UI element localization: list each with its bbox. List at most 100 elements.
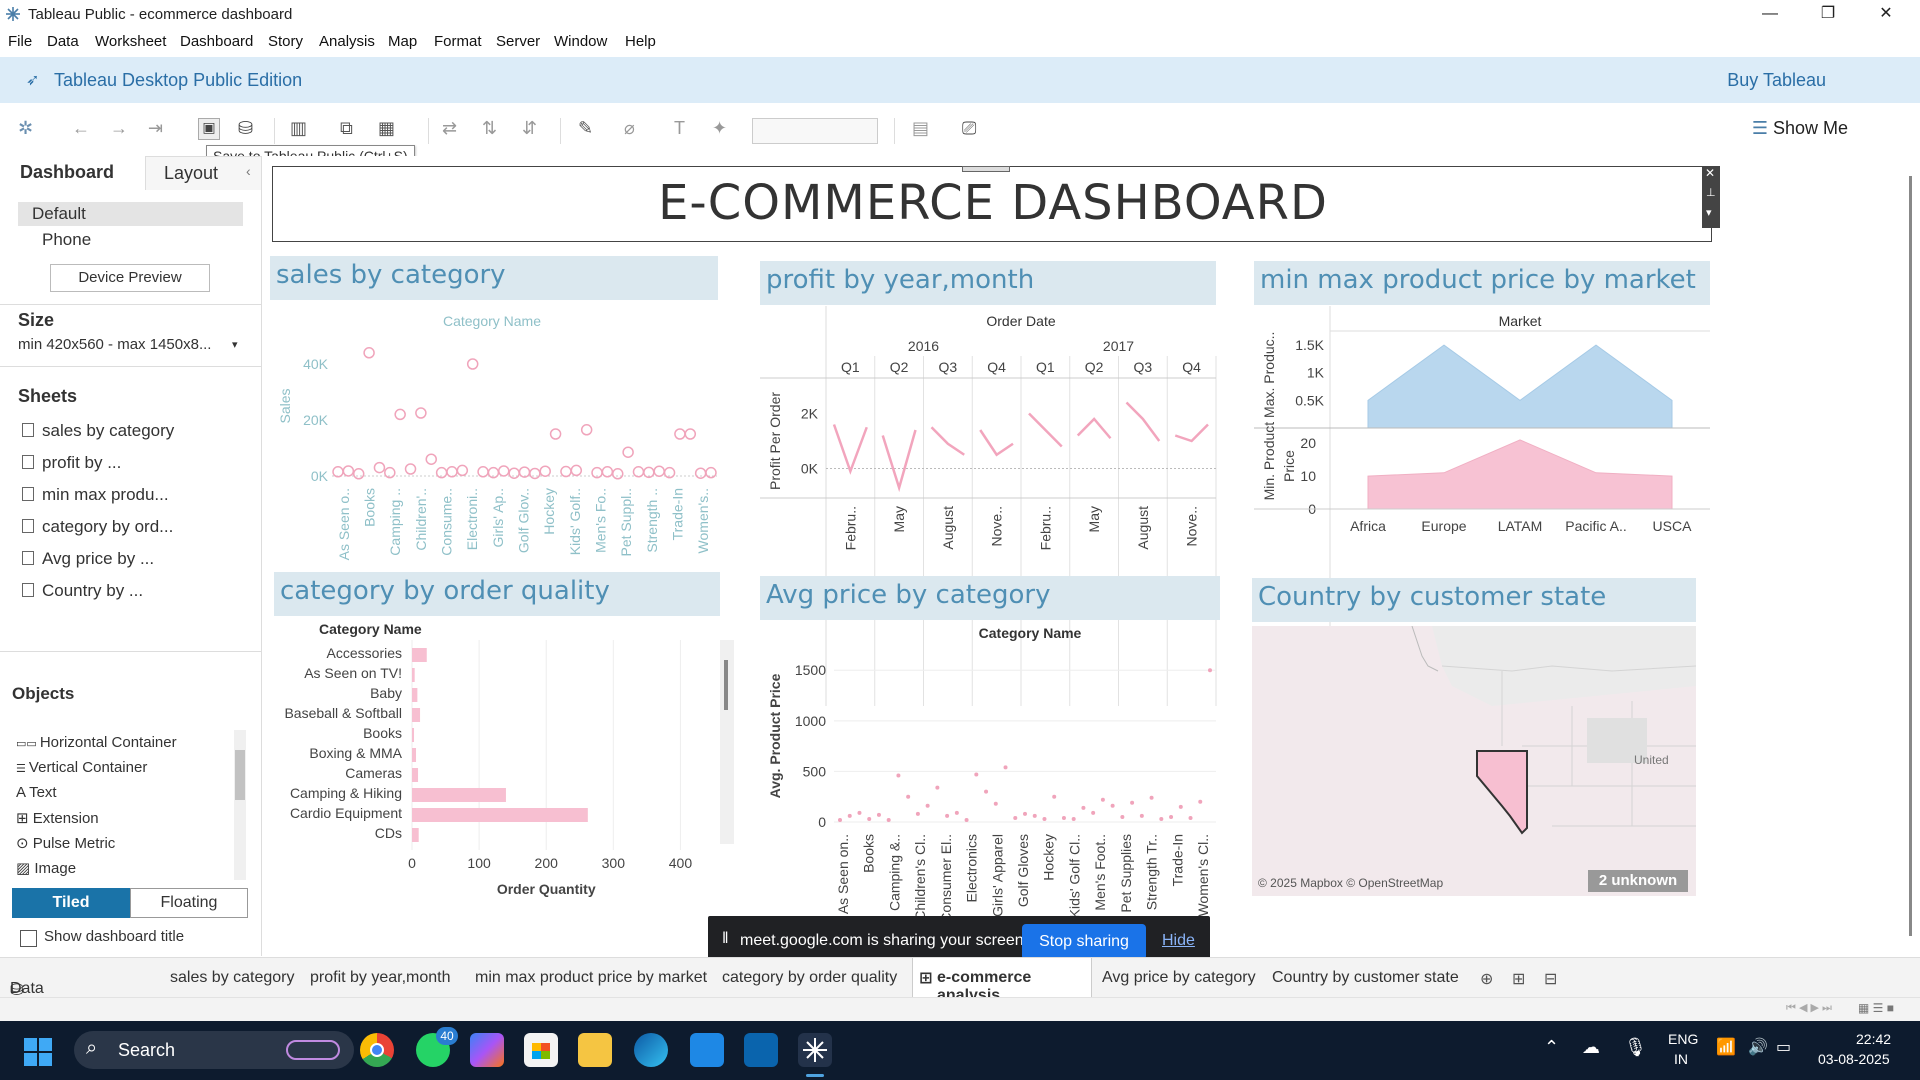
undo-icon[interactable]: ← [72, 118, 90, 139]
clock-time[interactable]: 22:42 [1856, 1031, 1891, 1047]
chevron-up-icon[interactable]: ⌃ [1544, 1037, 1559, 1058]
collapse-icon[interactable]: ‹ [246, 163, 251, 179]
maximize-button[interactable]: ❐ [1800, 0, 1856, 28]
close-button[interactable]: ✕ [1858, 0, 1914, 28]
size-dropdown[interactable]: min 420x560 - max 1450x8... [18, 336, 211, 353]
wifi-icon[interactable]: 📶 [1716, 1037, 1736, 1057]
tab-layout[interactable]: Layout ‹ [145, 156, 262, 190]
outlook-icon[interactable] [744, 1033, 778, 1067]
edge-icon[interactable] [634, 1033, 668, 1067]
buy-tableau-link[interactable]: Buy Tableau [1727, 70, 1826, 91]
nav-arrows-icon[interactable]: ⏮ ◀ ▶ ⏭ [1786, 1001, 1832, 1015]
sort-asc-icon[interactable]: ⇅ [482, 118, 497, 139]
hide-link[interactable]: Hide [1162, 932, 1195, 950]
lang-eng[interactable]: ENG [1668, 1031, 1698, 1047]
device-phone[interactable]: Phone [42, 230, 91, 250]
objects-scrollbar[interactable] [234, 730, 246, 880]
menu-help[interactable]: Help [625, 33, 656, 50]
copilot-icon[interactable] [470, 1033, 504, 1067]
duplicate-icon[interactable]: ⧉ [340, 118, 353, 139]
object-item[interactable]: ⊞ Extension [16, 809, 99, 827]
sheet-item[interactable]: sales by category [22, 421, 174, 441]
group-icon[interactable]: ⌀ [624, 118, 635, 139]
remove-icon[interactable]: ✕ [1705, 166, 1715, 180]
pin-icon[interactable]: ⊥ [1706, 186, 1716, 199]
object-item[interactable]: ▭▭ Horizontal Container [16, 734, 177, 751]
menu-data[interactable]: Data [47, 33, 79, 50]
chevron-down-icon[interactable]: ▾ [232, 338, 238, 351]
sheet-item[interactable]: profit by ... [22, 453, 121, 473]
tab-sheet[interactable]: Avg price by category [1102, 969, 1256, 987]
show-me-button[interactable]: ☰ Show Me [1752, 118, 1848, 139]
show-title-checkbox[interactable] [20, 930, 37, 947]
minimize-button[interactable]: — [1742, 0, 1798, 28]
sheet-item[interactable]: Country by ... [22, 581, 143, 601]
swap-icon[interactable]: ⇄ [442, 118, 457, 139]
drag-handle[interactable] [962, 166, 1010, 172]
object-item[interactable]: A Text [16, 784, 57, 801]
new-worksheet-tab-icon[interactable]: ⊕ [1480, 969, 1493, 989]
clear-sheet-icon[interactable]: ▦ [378, 118, 395, 139]
menu-format[interactable]: Format [434, 33, 482, 50]
sheet-item[interactable]: Avg price by ... [22, 549, 154, 569]
tab-sheet[interactable]: profit by year,month [310, 969, 451, 987]
more-options-icon[interactable]: ▾ [1706, 206, 1712, 219]
object-item[interactable]: ☰ Vertical Container [16, 759, 147, 776]
fix-axes-icon[interactable]: ✦ [712, 118, 727, 139]
card-view-icon[interactable]: ▤ [912, 118, 929, 139]
tableau-home-icon[interactable]: ✲ [18, 118, 33, 139]
quality-scrollbar[interactable] [720, 640, 734, 844]
tab-sheet[interactable]: category by order quality [722, 969, 897, 987]
clock-date[interactable]: 03-08-2025 [1818, 1051, 1890, 1067]
object-item[interactable]: ⊙ Pulse Metric [16, 834, 115, 852]
view-toggle-icon[interactable]: ▦ ☰ ■ [1858, 1001, 1894, 1015]
menu-map[interactable]: Map [388, 33, 417, 50]
highlight-icon[interactable]: ✎ [578, 118, 593, 139]
tab-sheet[interactable]: sales by category [170, 969, 295, 987]
dashboard-scrollbar[interactable] [1906, 176, 1916, 936]
new-datasource-icon[interactable]: ⛁ [238, 118, 253, 139]
stop-sharing-button[interactable]: Stop sharing [1022, 924, 1146, 960]
store-icon[interactable] [524, 1033, 558, 1067]
tiled-button[interactable]: Tiled [12, 888, 130, 918]
microphone-icon[interactable]: 🎙 [1624, 1037, 1647, 1058]
volume-icon[interactable]: 🔊 [1748, 1037, 1768, 1057]
battery-icon[interactable]: ▭ [1776, 1037, 1791, 1057]
file-explorer-icon[interactable] [578, 1033, 612, 1067]
menu-story[interactable]: Story [268, 33, 303, 50]
device-default[interactable]: Default [18, 202, 243, 226]
redo-icon[interactable]: → [110, 118, 128, 139]
unknown-badge[interactable]: 2 unknown [1588, 870, 1688, 892]
lang-in[interactable]: IN [1674, 1051, 1688, 1067]
tab-dashboard[interactable]: Dashboard [20, 162, 114, 183]
country-map[interactable]: United © 2025 Mapbox © OpenStreetMap 2 u… [1252, 626, 1696, 896]
drag-handle-icon[interactable]: ‖ [722, 930, 729, 948]
replay-icon[interactable]: ⇥ [148, 118, 163, 139]
onedrive-icon[interactable]: ☁ [1582, 1037, 1600, 1058]
chrome-icon[interactable] [360, 1033, 394, 1067]
fit-dropdown[interactable] [752, 118, 878, 144]
windows-start-icon[interactable] [24, 1038, 52, 1071]
dashboard-title-box[interactable]: E-COMMERCE DASHBOARD [272, 166, 1712, 242]
avg-chart[interactable]: Category Name 1500 1000 500 0 Avg. Product Pr… [760, 622, 1220, 923]
new-story-tab-icon[interactable]: ⊟ [1544, 969, 1557, 989]
sort-desc-icon[interactable]: ⇵ [522, 118, 537, 139]
menu-window[interactable]: Window [554, 33, 607, 50]
object-item[interactable]: ▨ Image [16, 859, 76, 877]
floating-button[interactable]: Floating [130, 888, 248, 918]
tab-sheet[interactable]: Country by customer state [1272, 969, 1459, 987]
tab-sheet[interactable]: min max product price by market [475, 969, 707, 987]
quality-chart[interactable]: Category Name 0 100 200 300 400 Order Quantity… [274, 618, 734, 918]
menu-analysis[interactable]: Analysis [319, 33, 375, 50]
tab-active-dashboard[interactable]: ⊞ e-commerce analysis [912, 958, 1092, 1004]
presentation-icon[interactable]: ⎚ [962, 118, 976, 139]
menu-file[interactable]: File [8, 33, 32, 50]
taskbar-search[interactable]: ⌕ Search [74, 1031, 354, 1069]
menu-dashboard[interactable]: Dashboard [180, 33, 253, 50]
menu-worksheet[interactable]: Worksheet [95, 33, 166, 50]
whatsapp-icon[interactable]: 40 [416, 1027, 458, 1067]
new-dashboard-tab-icon[interactable]: ⊞ [1512, 969, 1525, 989]
new-worksheet-icon[interactable]: ▥ [290, 118, 307, 139]
label-icon[interactable]: T [674, 118, 685, 139]
menu-server[interactable]: Server [496, 33, 540, 50]
